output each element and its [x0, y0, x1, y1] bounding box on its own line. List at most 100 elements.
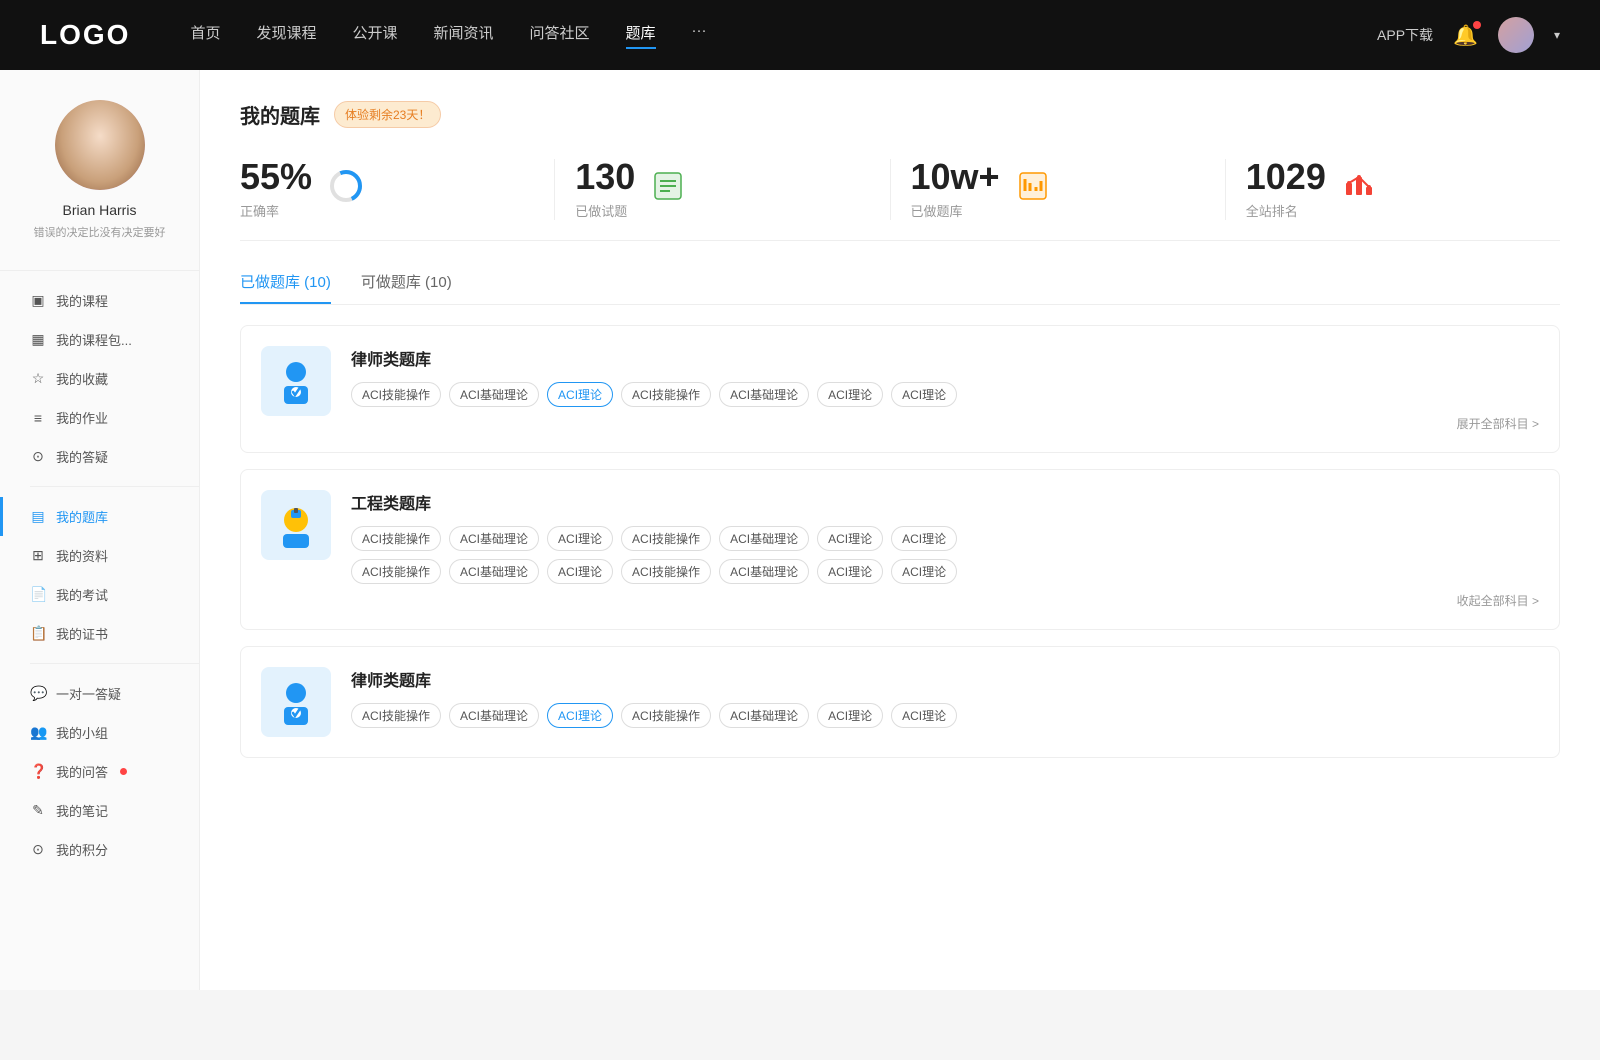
tag[interactable]: ACI基础理论 [719, 559, 809, 584]
logo: LOGO [40, 19, 130, 51]
tag[interactable]: ACI理论 [817, 703, 883, 728]
nav-open-course[interactable]: 公开课 [352, 22, 397, 49]
nav-more[interactable]: ··· [692, 22, 707, 49]
accuracy-icon [328, 168, 364, 211]
user-avatar[interactable] [1498, 17, 1534, 53]
sidebar-divider-2 [30, 486, 199, 487]
expand-link-0[interactable]: 展开全部科目 > [351, 415, 1539, 432]
tag-selected[interactable]: ACI理论 [547, 382, 613, 407]
sidebar-item-my-qa[interactable]: ❓ 我的问答 [30, 752, 199, 791]
tag[interactable]: ACI技能操作 [621, 559, 711, 584]
tag[interactable]: ACI技能操作 [351, 382, 441, 407]
tag[interactable]: ACI基础理论 [449, 382, 539, 407]
tab-done-banks[interactable]: 已做题库 (10) [240, 271, 331, 304]
nav-home[interactable]: 首页 [190, 22, 220, 49]
tag[interactable]: ACI基础理论 [719, 382, 809, 407]
tag[interactable]: ACI基础理论 [449, 703, 539, 728]
sidebar-item-label: 我的课程 [56, 291, 108, 310]
sidebar-item-points[interactable]: ⊙ 我的积分 [30, 830, 199, 869]
tag[interactable]: ACI理论 [891, 703, 957, 728]
banks-icon [1016, 169, 1050, 210]
done-label: 已做试题 [575, 201, 635, 220]
nav-discover[interactable]: 发现课程 [256, 22, 316, 49]
tag[interactable]: ACI技能操作 [621, 703, 711, 728]
sidebar-item-label: 我的收藏 [56, 369, 108, 388]
tag[interactable]: ACI技能操作 [621, 526, 711, 551]
bank-info-2: 律师类题库 ACI技能操作 ACI基础理论 ACI理论 ACI技能操作 ACI基… [351, 667, 1539, 728]
sidebar-item-notes[interactable]: ✎ 我的笔记 [30, 791, 199, 830]
sidebar-item-label: 我的资料 [56, 546, 108, 565]
sidebar-item-course-package[interactable]: ▦ 我的课程包... [30, 320, 199, 359]
sidebar-menu: ▣ 我的课程 ▦ 我的课程包... ☆ 我的收藏 ≡ 我的作业 ⊙ 我的答疑 ▤ [0, 281, 199, 869]
chat-icon: 💬 [30, 685, 46, 702]
ranking-value: 1029 [1246, 159, 1326, 195]
group-icon: 👥 [30, 724, 46, 741]
tag[interactable]: ACI理论 [891, 382, 957, 407]
sidebar-item-questions[interactable]: ⊙ 我的答疑 [30, 437, 199, 476]
points-icon: ⊙ [30, 841, 46, 858]
tag[interactable]: ACI理论 [817, 526, 883, 551]
question-icon: ⊙ [30, 448, 46, 465]
sidebar-item-one-on-one[interactable]: 💬 一对一答疑 [30, 674, 199, 713]
nav-quiz[interactable]: 题库 [626, 22, 656, 49]
nav-news[interactable]: 新闻资讯 [434, 22, 494, 49]
sidebar-item-label: 我的小组 [56, 723, 108, 742]
stat-accuracy: 55% 正确率 [240, 159, 555, 220]
sidebar-divider [0, 270, 199, 271]
bank-card-0: 律师类题库 ACI技能操作 ACI基础理论 ACI理论 ACI技能操作 ACI基… [240, 325, 1560, 453]
tag-selected[interactable]: ACI理论 [547, 703, 613, 728]
main-content: 我的题库 体验剩余23天！ 55% 正确率 130 [200, 70, 1600, 990]
tags-row-0: ACI技能操作 ACI基础理论 ACI理论 ACI技能操作 ACI基础理论 AC… [351, 382, 1539, 407]
tag[interactable]: ACI理论 [547, 526, 613, 551]
sidebar-item-favorites[interactable]: ☆ 我的收藏 [30, 359, 199, 398]
tag[interactable]: ACI理论 [891, 526, 957, 551]
tab-available-banks[interactable]: 可做题库 (10) [361, 271, 452, 304]
profile-motto: 错误的决定比没有决定要好 [24, 224, 176, 240]
app-download-button[interactable]: APP下载 [1377, 25, 1433, 45]
tag[interactable]: ACI基础理论 [719, 703, 809, 728]
profile-name: Brian Harris [63, 202, 137, 218]
sidebar-item-materials[interactable]: ⊞ 我的资料 [30, 536, 199, 575]
tag[interactable]: ACI基础理论 [449, 559, 539, 584]
tag[interactable]: ACI基础理论 [719, 526, 809, 551]
sidebar-item-certificate[interactable]: 📋 我的证书 [30, 614, 199, 653]
bank-name-2: 律师类题库 [351, 667, 1539, 691]
main-layout: Brian Harris 错误的决定比没有决定要好 ▣ 我的课程 ▦ 我的课程包… [0, 70, 1600, 990]
tag[interactable]: ACI技能操作 [351, 559, 441, 584]
tag[interactable]: ACI理论 [817, 559, 883, 584]
tag[interactable]: ACI基础理论 [449, 526, 539, 551]
sidebar-item-quiz-bank[interactable]: ▤ 我的题库 [30, 497, 199, 536]
stat-value-banks: 10w+ 已做题库 [911, 159, 1000, 220]
avatar-image [55, 100, 145, 190]
notification-bell[interactable]: 🔔 [1453, 23, 1478, 48]
sidebar-item-label: 我的考试 [56, 585, 108, 604]
bank-card-2: 律师类题库 ACI技能操作 ACI基础理论 ACI理论 ACI技能操作 ACI基… [240, 646, 1560, 758]
quiz-icon: ▤ [30, 508, 46, 525]
tag[interactable]: ACI理论 [547, 559, 613, 584]
collapse-link-1[interactable]: 收起全部科目 > [351, 592, 1539, 609]
sidebar-divider-3 [30, 663, 199, 664]
nav-links: 首页 发现课程 公开课 新闻资讯 问答社区 题库 ··· [190, 22, 1377, 49]
tag[interactable]: ACI理论 [817, 382, 883, 407]
star-icon: ☆ [30, 370, 46, 387]
nav-qa[interactable]: 问答社区 [530, 22, 590, 49]
sidebar-item-my-course[interactable]: ▣ 我的课程 [30, 281, 199, 320]
sidebar-item-label: 我的题库 [56, 507, 108, 526]
sidebar-item-exam[interactable]: 📄 我的考试 [30, 575, 199, 614]
profile-avatar[interactable] [55, 100, 145, 190]
bank-info-1: 工程类题库 ACI技能操作 ACI基础理论 ACI理论 ACI技能操作 ACI基… [351, 490, 1539, 609]
notification-dot [1473, 21, 1481, 29]
user-dropdown-arrow[interactable]: ▾ [1554, 28, 1560, 42]
sidebar-item-group[interactable]: 👥 我的小组 [30, 713, 199, 752]
tag[interactable]: ACI理论 [891, 559, 957, 584]
avatar-image [1498, 17, 1534, 53]
tabs-row: 已做题库 (10) 可做题库 (10) [240, 271, 1560, 305]
ranking-icon [1342, 169, 1376, 210]
tag[interactable]: ACI技能操作 [351, 526, 441, 551]
tag[interactable]: ACI技能操作 [621, 382, 711, 407]
stat-ranking: 1029 全站排名 [1226, 159, 1560, 220]
tag[interactable]: ACI技能操作 [351, 703, 441, 728]
sidebar-item-homework[interactable]: ≡ 我的作业 [30, 398, 199, 437]
stats-row: 55% 正确率 130 已做试题 [240, 159, 1560, 241]
banks-value: 10w+ [911, 159, 1000, 195]
